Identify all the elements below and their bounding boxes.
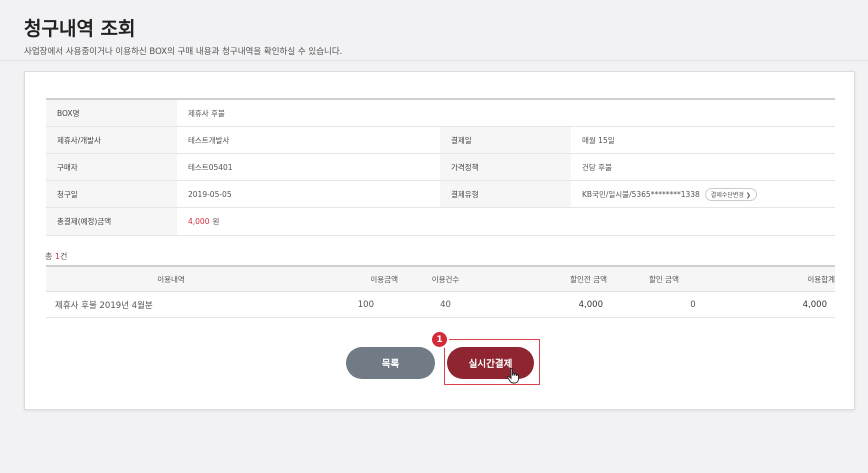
billing-date-label: 청구일 (46, 181, 177, 207)
usage-table-header: 이용내역 이용금액 이용건수 할인전 금액 할인 금액 이용합계 (46, 267, 835, 292)
header-usage-detail: 이용내역 (157, 274, 185, 284)
table-row: 제휴사 후불 2019년 4월분 100 40 4,000 0 4,000 (46, 292, 835, 318)
page-title: 청구내역 조회 (24, 18, 136, 40)
result-count-suffix: 건 (60, 252, 68, 261)
hand-cursor-icon (507, 368, 519, 384)
buyer-label: 구매자 (46, 154, 177, 180)
row-usage-price: 100 (357, 299, 374, 310)
total-amount-cell: 4,000 원 (177, 208, 835, 235)
total-amount-label: 총결제(예정)금액 (46, 208, 177, 235)
row-usage-detail: 제휴사 후불 2019년 4월분 (55, 300, 153, 311)
row-discount: 0 (690, 299, 696, 310)
payment-type-value: KB국민/일시불/5365********1338 (582, 189, 700, 199)
partner-label: 제휴사/개발사 (46, 127, 177, 153)
usage-table: 이용내역 이용금액 이용건수 할인전 금액 할인 금액 이용합계 제휴사 후불 … (46, 265, 835, 318)
info-row-total: 총결제(예정)금액 4,000 원 (46, 208, 835, 236)
info-row-billing-date: 청구일 2019-05-05 결제유형 KB국민/일시불/5365*******… (46, 181, 835, 208)
box-name-label: BOX명 (46, 100, 177, 126)
payment-type-cell: KB국민/일시불/5365********1338 결제수단변경 ❯ (571, 181, 835, 207)
info-row-partner: 제휴사/개발사 테스트개발사 결제일 매월 15일 (46, 127, 835, 154)
list-button[interactable]: 목록 (346, 347, 435, 379)
header-usage-total: 이용합계 (807, 274, 835, 284)
billing-info-table: BOX명 제휴사 후불 제휴사/개발사 테스트개발사 결제일 매월 15일 구매… (46, 98, 835, 236)
info-row-buyer: 구매자 테스트05401 가격정책 건당 후불 (46, 154, 835, 181)
result-count: 총 1건 (45, 251, 67, 262)
info-row-box-name: BOX명 제휴사 후불 (46, 100, 835, 127)
price-policy-value: 건당 후불 (582, 162, 612, 172)
row-usage-total: 4,000 (802, 299, 827, 310)
header-usage-count: 이용건수 (431, 274, 460, 284)
step-badge: 1 (430, 330, 449, 349)
header-divider (0, 60, 868, 61)
payday-label: 결제일 (440, 127, 571, 153)
partner-value: 테스트개발사 (188, 135, 230, 145)
buyer-value: 테스트05401 (188, 162, 233, 172)
row-usage-count: 40 (440, 299, 451, 310)
row-pre-discount: 4,000 (578, 299, 603, 310)
billing-detail-card: BOX명 제휴사 후불 제휴사/개발사 테스트개발사 결제일 매월 15일 구매… (24, 71, 855, 410)
billing-date-value: 2019-05-05 (188, 189, 232, 199)
payday-value: 매월 15일 (582, 135, 615, 145)
header-pre-discount: 할인전 금액 (570, 274, 607, 284)
payment-type-label: 결제유형 (440, 181, 571, 207)
total-amount-unit: 원 (212, 217, 220, 226)
price-policy-label: 가격정책 (440, 154, 571, 180)
header-discount: 할인 금액 (649, 274, 679, 284)
result-count-prefix: 총 (45, 252, 55, 261)
change-payment-method-button[interactable]: 결제수단변경 ❯ (704, 187, 757, 201)
page-description: 사업장에서 사용중이거나 이용하신 BOX의 구매 내용과 청구내역을 확인하실… (24, 47, 343, 57)
header-usage-price: 이용금액 (370, 274, 398, 284)
total-amount-value: 4,000 (188, 217, 210, 226)
box-name-value: 제휴사 후불 (188, 108, 225, 118)
